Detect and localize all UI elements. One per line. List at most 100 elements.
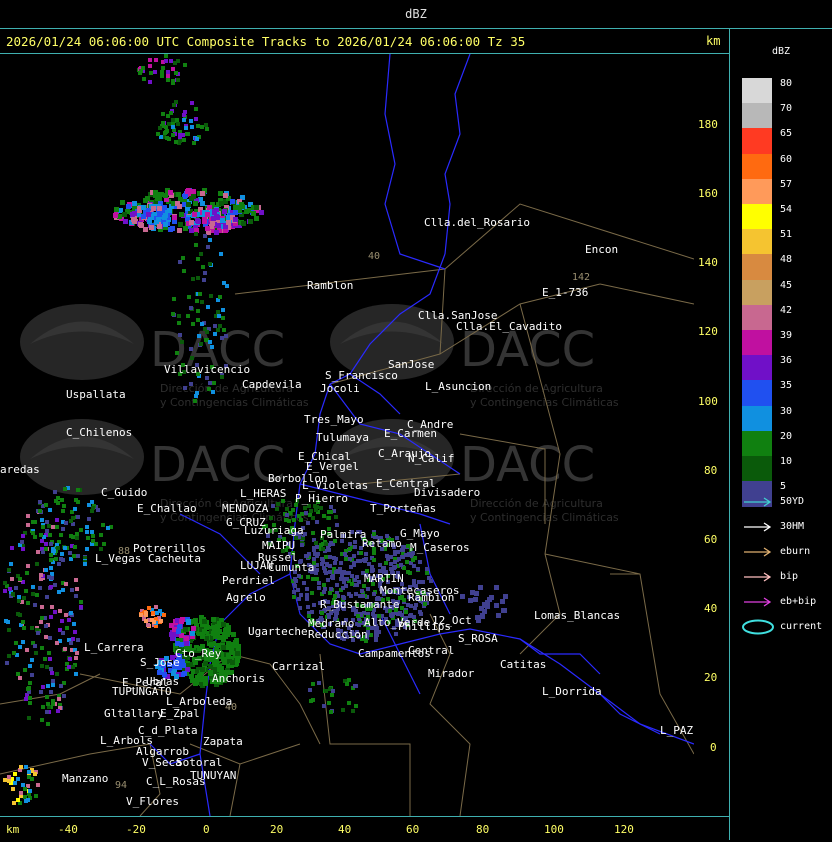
echo-cell <box>190 125 194 129</box>
place-label: Carrizal <box>272 660 325 673</box>
echo-cell <box>285 507 289 511</box>
echo-cell <box>321 560 325 564</box>
place-label: aredas <box>0 463 40 476</box>
echo-cell <box>33 772 37 776</box>
legend-swatch <box>742 178 772 205</box>
echo-cell <box>177 321 181 325</box>
echo-cell <box>3 778 7 782</box>
echo-cell <box>162 613 166 617</box>
echo-cell <box>221 316 225 320</box>
legend-level-label: 35 <box>780 380 793 392</box>
echo-cell <box>184 636 189 641</box>
echo-cell <box>155 611 159 615</box>
echo-cell <box>58 609 62 613</box>
echo-cell <box>203 681 208 686</box>
echo-cell <box>18 645 22 649</box>
place-label: Palmira <box>320 528 366 541</box>
echo-cell <box>226 625 231 630</box>
track-arrow-icon <box>744 597 772 607</box>
echo-cell <box>191 626 196 631</box>
echo-cell <box>425 567 429 571</box>
echo-cell <box>372 551 376 555</box>
echo-cell <box>310 610 314 614</box>
echo-cell <box>72 554 76 558</box>
echo-cell <box>64 582 68 586</box>
echo-cell <box>233 210 238 215</box>
echo-cell <box>148 80 152 84</box>
echo-cell <box>60 619 64 623</box>
echo-cell <box>33 603 37 607</box>
echo-cell <box>200 322 204 326</box>
echo-cell <box>217 314 221 318</box>
echo-cell <box>315 568 319 572</box>
echo-cell <box>208 238 212 242</box>
echo-cell <box>190 356 194 360</box>
echo-cell <box>354 684 358 688</box>
echo-cell <box>166 78 170 82</box>
place-label: Capdevila <box>242 378 302 391</box>
echo-cell <box>27 775 31 779</box>
echo-cell <box>9 562 13 566</box>
echo-cell <box>205 127 209 131</box>
y-axis-tick: 0 <box>710 741 717 754</box>
echo-cell <box>169 59 173 63</box>
echo-cell <box>171 312 175 316</box>
legend-swatch <box>742 304 772 331</box>
echo-cell <box>44 547 48 551</box>
echo-cell <box>276 502 280 506</box>
echo-cell <box>19 791 23 795</box>
legend-swatch <box>742 330 772 356</box>
echo-cell <box>208 262 212 266</box>
echo-cell <box>223 634 228 639</box>
echo-cell <box>212 381 216 385</box>
echo-cell <box>305 554 309 558</box>
place-label: Clla.del_Rosario <box>424 216 530 229</box>
echo-cell <box>21 620 25 624</box>
echo-cell <box>46 722 50 726</box>
echo-cell <box>248 219 253 224</box>
legend-level-label: 42 <box>780 304 793 316</box>
place-label: T_Porteñas <box>370 502 436 515</box>
echo-cell <box>222 209 227 214</box>
echo-cell <box>28 664 32 668</box>
echo-cell <box>429 579 433 583</box>
place-label: E_Challao <box>137 502 197 515</box>
echo-cell <box>27 770 31 774</box>
legend-level-label: 65 <box>780 128 793 140</box>
echo-cell <box>60 498 64 502</box>
echo-cell <box>176 78 180 82</box>
echo-cell <box>132 201 137 206</box>
echo-cell <box>203 676 208 681</box>
echo-cell <box>393 565 397 569</box>
place-label: Rambion <box>408 591 454 604</box>
echo-cell <box>192 212 197 217</box>
echo-cell <box>159 619 163 623</box>
legend-level-label: 60 <box>780 153 793 165</box>
echo-cell <box>49 667 53 671</box>
echo-cell <box>19 765 23 769</box>
header-bar: dBZ <box>0 0 832 29</box>
echo-cell <box>10 546 14 550</box>
radar-map[interactable]: DACC Dirección de Agricultura y Continge… <box>0 54 694 816</box>
echo-cell <box>96 508 100 512</box>
echo-cell <box>476 618 481 623</box>
echo-cell <box>7 628 11 632</box>
echo-cell <box>305 587 309 591</box>
echo-cell <box>177 228 182 233</box>
echo-cell <box>39 690 43 694</box>
echo-cell <box>356 614 360 618</box>
echo-cell <box>315 545 319 549</box>
echo-cell <box>226 220 231 225</box>
echo-cell <box>324 542 328 546</box>
echo-cell <box>48 533 52 537</box>
echo-cell <box>75 532 79 536</box>
place-label: Anchoris <box>212 672 265 685</box>
echo-cell <box>412 579 416 583</box>
echo-cell <box>329 541 333 545</box>
legend-level-label: 30 <box>780 405 793 417</box>
echo-cell <box>164 54 168 58</box>
echo-cell <box>16 777 20 781</box>
echo-cell <box>71 516 75 520</box>
echo-cell <box>211 216 216 221</box>
echo-cell <box>317 681 321 685</box>
